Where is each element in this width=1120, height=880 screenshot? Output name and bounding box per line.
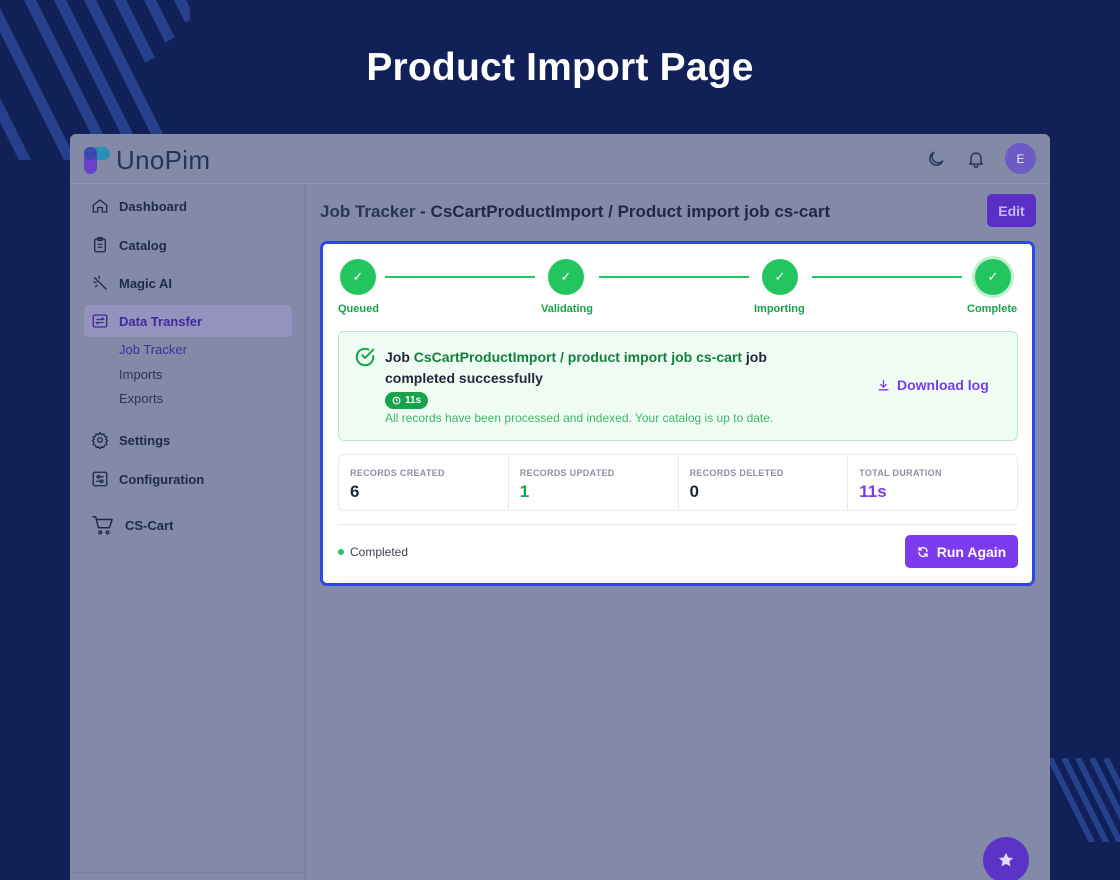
card-divider (338, 524, 1018, 525)
stat-records-deleted: RECORDS DELETED 0 (679, 455, 849, 510)
duration-badge: 11s (385, 392, 429, 409)
stat-value: 11s (859, 482, 887, 501)
stat-value: 6 (350, 482, 360, 501)
sidebar-item-label: Catalog (119, 237, 167, 253)
unopim-logo-icon (84, 147, 110, 174)
edit-button[interactable]: Edit (987, 194, 1036, 227)
success-message: Job CsCartProductImport / product import… (385, 347, 805, 389)
decorative-stripes-bottom-right (1050, 758, 1120, 842)
stat-value: 0 (689, 482, 699, 501)
step-connector (599, 276, 749, 278)
stat-records-updated: RECORDS UPDATED 1 (509, 455, 679, 510)
dark-mode-toggle[interactable] (925, 148, 947, 170)
sidebar-subitem-job-tracker[interactable]: Job Tracker (119, 342, 187, 357)
step-label: Queued (338, 303, 379, 315)
run-again-label: Run Again (936, 543, 1007, 560)
job-name-link[interactable]: CsCartProductImport / product import job… (414, 349, 742, 365)
sidebar-item-magic-ai[interactable]: Magic AI (84, 267, 292, 299)
step-label: Validating (541, 303, 593, 315)
sidebar: Dashboard Catalog Magic AI Data Transfer… (70, 184, 306, 880)
banner-title: Product Import Page (366, 46, 754, 89)
sidebar-item-dashboard[interactable]: Dashboard (84, 190, 292, 222)
sidebar-item-data-transfer[interactable]: Data Transfer (84, 305, 292, 337)
step-connector (812, 276, 962, 278)
gear-icon (90, 430, 110, 450)
run-again-button[interactable]: Run Again (905, 535, 1018, 568)
transfer-icon (90, 311, 110, 331)
sliders-icon (90, 469, 110, 489)
app-window: UnoPim E Dashboard Catalog Magic AI Data… (70, 134, 1050, 880)
step-connector (385, 276, 535, 278)
step-label: Complete (967, 303, 1018, 315)
success-subtext: All records have been processed and inde… (385, 411, 774, 425)
cart-icon (90, 515, 115, 535)
sidebar-item-configuration[interactable]: Configuration (84, 463, 292, 495)
sidebar-item-label: CS-Cart (125, 517, 174, 533)
job-status-card: ✓ ✓ ✓ ✓ Queued Validating Importing Comp… (320, 241, 1035, 586)
stat-total-duration: TOTAL DURATION 11s (848, 455, 1017, 510)
stat-label: RECORDS DELETED (689, 468, 784, 478)
magic-wand-icon (90, 273, 110, 293)
success-alert: Job CsCartProductImport / product import… (338, 331, 1018, 441)
sidebar-item-label: Data Transfer (119, 313, 203, 329)
success-prefix: Job (385, 349, 414, 365)
sidebar-item-label: Dashboard (119, 198, 187, 214)
stat-label: RECORDS CREATED (350, 468, 445, 478)
clipboard-icon (90, 235, 110, 255)
user-avatar[interactable]: E (1005, 143, 1036, 174)
moon-icon (929, 151, 944, 166)
logo-text: UnoPim (116, 145, 211, 175)
bell-icon (969, 151, 983, 168)
clock-icon (392, 396, 401, 405)
star-icon (998, 852, 1014, 867)
top-bar: UnoPim E (70, 134, 1050, 184)
logo[interactable]: UnoPim (84, 145, 210, 176)
home-icon (90, 196, 110, 216)
stat-label: RECORDS UPDATED (519, 468, 615, 478)
status-dot-icon (338, 549, 344, 555)
download-log-button[interactable]: Download log (877, 377, 989, 393)
sidebar-item-label: Configuration (119, 471, 205, 487)
sidebar-footer (70, 872, 306, 880)
refresh-icon (918, 546, 928, 557)
stats-grid: RECORDS CREATED 6 RECORDS UPDATED 1 RECO… (338, 454, 1018, 511)
sidebar-item-cs-cart[interactable]: CS-Cart (84, 509, 292, 541)
check-circle-icon (355, 347, 375, 367)
sidebar-item-settings[interactable]: Settings (84, 424, 292, 456)
page-title-rest: - CsCartProductImport / Product import j… (415, 202, 831, 221)
page-title-prefix: Job Tracker (320, 202, 416, 221)
stat-records-created: RECORDS CREATED 6 (339, 455, 509, 510)
stat-label: TOTAL DURATION (859, 468, 942, 478)
download-log-label: Download log (897, 377, 989, 393)
floating-action-button[interactable] (983, 837, 1029, 880)
step-label: Importing (754, 303, 805, 315)
sidebar-item-catalog[interactable]: Catalog (84, 229, 292, 261)
sidebar-subitem-imports[interactable]: Imports (119, 367, 162, 382)
notifications-button[interactable] (965, 148, 987, 170)
stat-value: 1 (519, 482, 530, 501)
duration-badge-text: 11s (405, 395, 422, 406)
step-queued-check-icon: ✓ (340, 259, 376, 295)
sidebar-subitem-exports[interactable]: Exports (119, 391, 163, 406)
status-text: Completed (350, 545, 409, 559)
step-validating-check-icon: ✓ (548, 259, 584, 295)
download-icon (878, 379, 889, 390)
sidebar-item-label: Settings (119, 432, 171, 448)
job-status: Completed (338, 545, 408, 559)
sidebar-item-label: Magic AI (119, 275, 172, 291)
step-complete-check-icon: ✓ (975, 259, 1011, 295)
step-importing-check-icon: ✓ (762, 259, 798, 295)
page-title: Job Tracker - CsCartProductImport / Prod… (320, 202, 830, 222)
